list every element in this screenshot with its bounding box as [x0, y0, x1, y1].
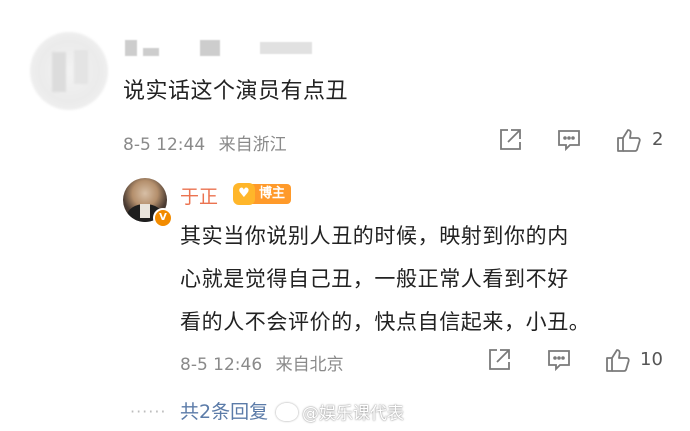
- reply-meta: 8-5 12:46 来自北京: [180, 350, 344, 375]
- blogger-badge-label: 博主: [251, 184, 292, 204]
- comment-time: 8-5 12:44: [123, 135, 206, 155]
- commenter-avatar-blurred[interactable]: [30, 32, 108, 110]
- weibo-logo-icon: [276, 402, 298, 421]
- comment-icon[interactable]: [556, 127, 582, 153]
- commenter-name-blurred-part: [143, 48, 159, 56]
- reply-like-count: 10: [640, 349, 663, 370]
- share-icon[interactable]: [497, 127, 523, 153]
- verified-badge-icon: V: [153, 208, 173, 228]
- commenter-name-blurred[interactable]: [125, 40, 137, 56]
- comment-meta: 8-5 12:44 来自浙江: [123, 130, 287, 155]
- comment-text: 说实话这个演员有点丑: [123, 79, 349, 104]
- watermark: @娱乐课代表: [276, 399, 404, 424]
- blogger-badge: ♥ 博主: [233, 183, 292, 205]
- more-replies-dots: ······: [130, 402, 167, 421]
- reply-text-line: 心就是觉得自己丑，一般正常人看到不好: [180, 267, 569, 291]
- heart-icon: ♥: [233, 183, 255, 205]
- like-icon[interactable]: [604, 346, 632, 374]
- reply-location: 来自北京: [275, 355, 344, 375]
- reply-time: 8-5 12:46: [180, 355, 263, 375]
- commenter-name-blurred-part: [260, 42, 312, 54]
- like-icon[interactable]: [615, 126, 643, 154]
- watermark-text: @娱乐课代表: [302, 404, 404, 424]
- share-icon[interactable]: [486, 347, 512, 373]
- comment-icon[interactable]: [546, 347, 572, 373]
- reply-text-line: 看的人不会评价的，快点自信起来，小丑。: [180, 310, 591, 334]
- like-count: 2: [652, 129, 664, 150]
- commenter-name-blurred-part: [200, 40, 220, 56]
- reply-text: 其实当你说别人丑的时候，映射到你的内 心就是觉得自己丑，一般正常人看到不好 看的…: [180, 215, 670, 344]
- reply-username[interactable]: 于正: [180, 182, 218, 209]
- reply-text-line: 其实当你说别人丑的时候，映射到你的内: [180, 224, 569, 248]
- comment-location: 来自浙江: [218, 135, 287, 155]
- more-replies-link[interactable]: 共2条回复: [180, 397, 268, 424]
